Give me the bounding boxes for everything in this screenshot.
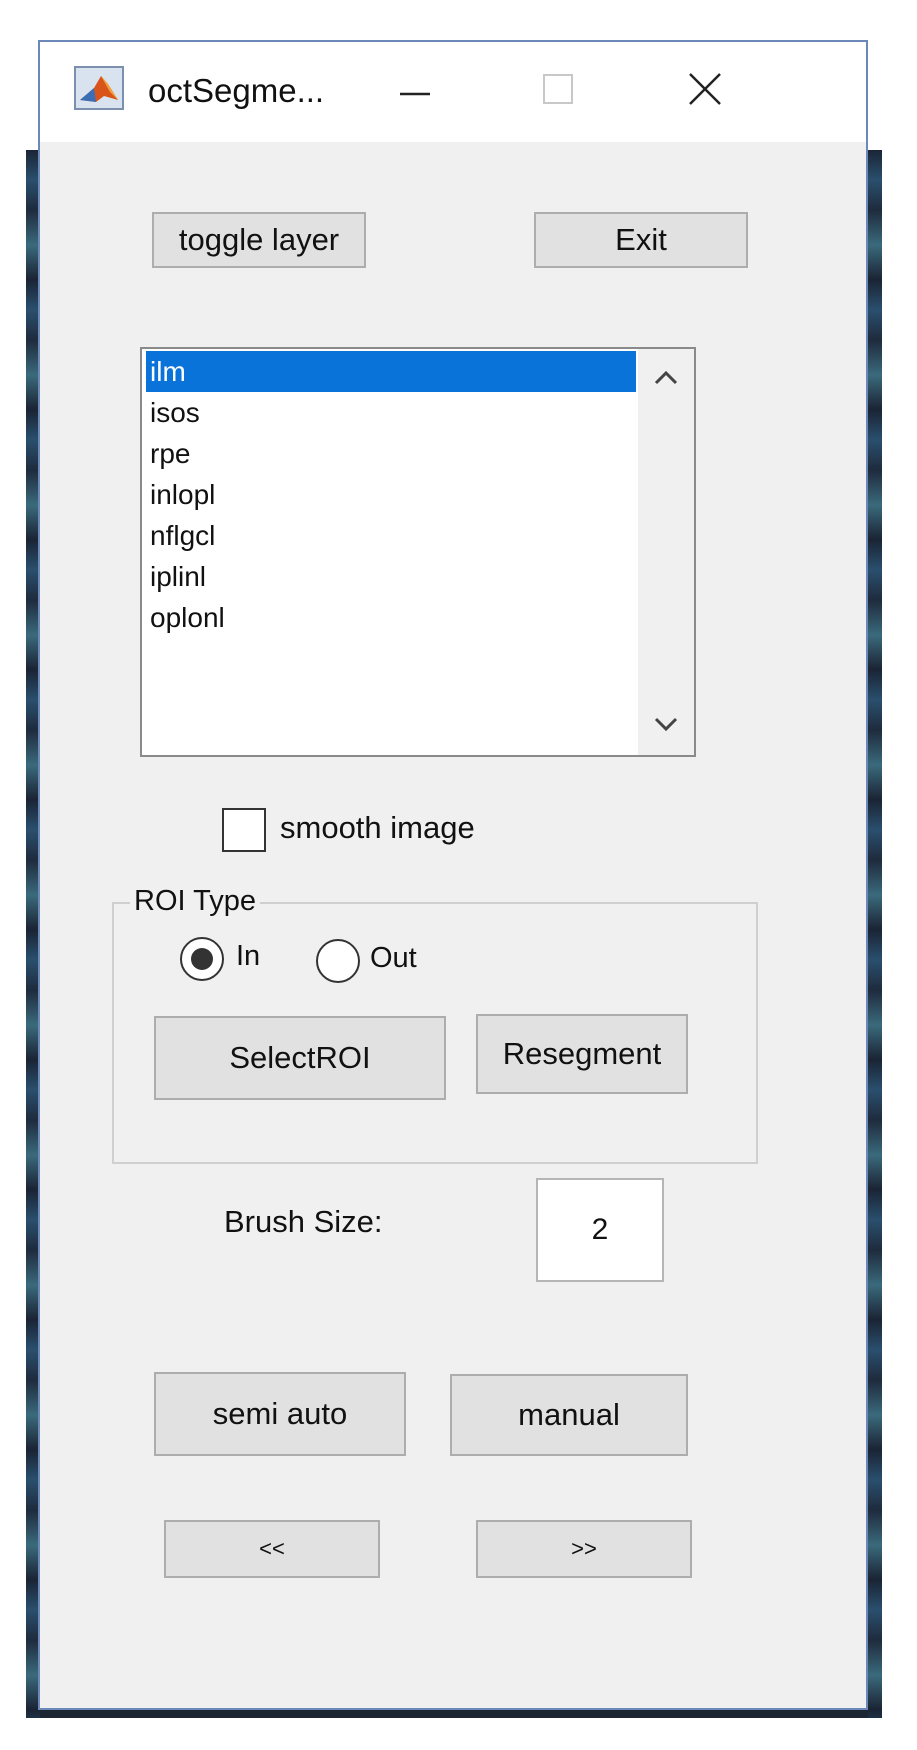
- roi-in-radio[interactable]: [180, 937, 224, 981]
- close-button[interactable]: [660, 60, 750, 120]
- maximize-icon: [543, 74, 573, 104]
- select-roi-button[interactable]: SelectROI: [154, 1016, 446, 1100]
- smooth-image-label: smooth image: [280, 810, 475, 845]
- brush-size-input[interactable]: 2: [536, 1178, 664, 1282]
- resegment-button[interactable]: Resegment: [476, 1014, 688, 1094]
- octsegmentation-window: octSegme... toggle layer Exit ilm isos rpe…: [38, 40, 868, 1710]
- scrollbar-arrows: [654, 370, 678, 732]
- brush-size-label: Brush Size:: [224, 1204, 383, 1239]
- toggle-layer-button[interactable]: toggle layer: [152, 212, 366, 268]
- maximize-button[interactable]: [512, 60, 602, 120]
- minimize-icon: [400, 92, 430, 96]
- roi-type-title: ROI Type: [130, 885, 260, 918]
- listbox-scrollbar[interactable]: [638, 349, 694, 755]
- background-edge-right: [868, 150, 882, 1718]
- smooth-image-checkbox[interactable]: [222, 808, 266, 852]
- roi-out-radio[interactable]: [316, 939, 360, 983]
- window-title: octSegme...: [148, 72, 325, 109]
- semi-auto-button[interactable]: semi auto: [154, 1372, 406, 1456]
- radio-selected-dot: [191, 948, 213, 970]
- layer-list-item[interactable]: isos: [146, 392, 636, 433]
- layer-list-item[interactable]: nflgcl: [146, 515, 636, 556]
- layer-list-item[interactable]: rpe: [146, 433, 636, 474]
- manual-button[interactable]: manual: [450, 1374, 688, 1456]
- previous-button[interactable]: <<: [164, 1520, 380, 1578]
- layer-listbox[interactable]: ilm isos rpe inlopl nflgcl iplinl oplonl: [140, 347, 696, 757]
- next-button[interactable]: >>: [476, 1520, 692, 1578]
- title-bar[interactable]: octSegme...: [40, 42, 866, 142]
- matlab-icon: [74, 66, 124, 110]
- minimize-button[interactable]: [370, 60, 460, 120]
- layer-list-item[interactable]: iplinl: [146, 556, 636, 597]
- layer-list-item[interactable]: ilm: [146, 351, 636, 392]
- layer-list-item[interactable]: inlopl: [146, 474, 636, 515]
- exit-button[interactable]: Exit: [534, 212, 748, 268]
- chevron-up-icon: [654, 370, 678, 385]
- chevron-down-icon: [654, 717, 678, 732]
- layer-list-item[interactable]: oplonl: [146, 597, 636, 638]
- roi-in-label: In: [236, 940, 261, 972]
- roi-out-label: Out: [370, 942, 417, 974]
- close-icon: [689, 73, 721, 105]
